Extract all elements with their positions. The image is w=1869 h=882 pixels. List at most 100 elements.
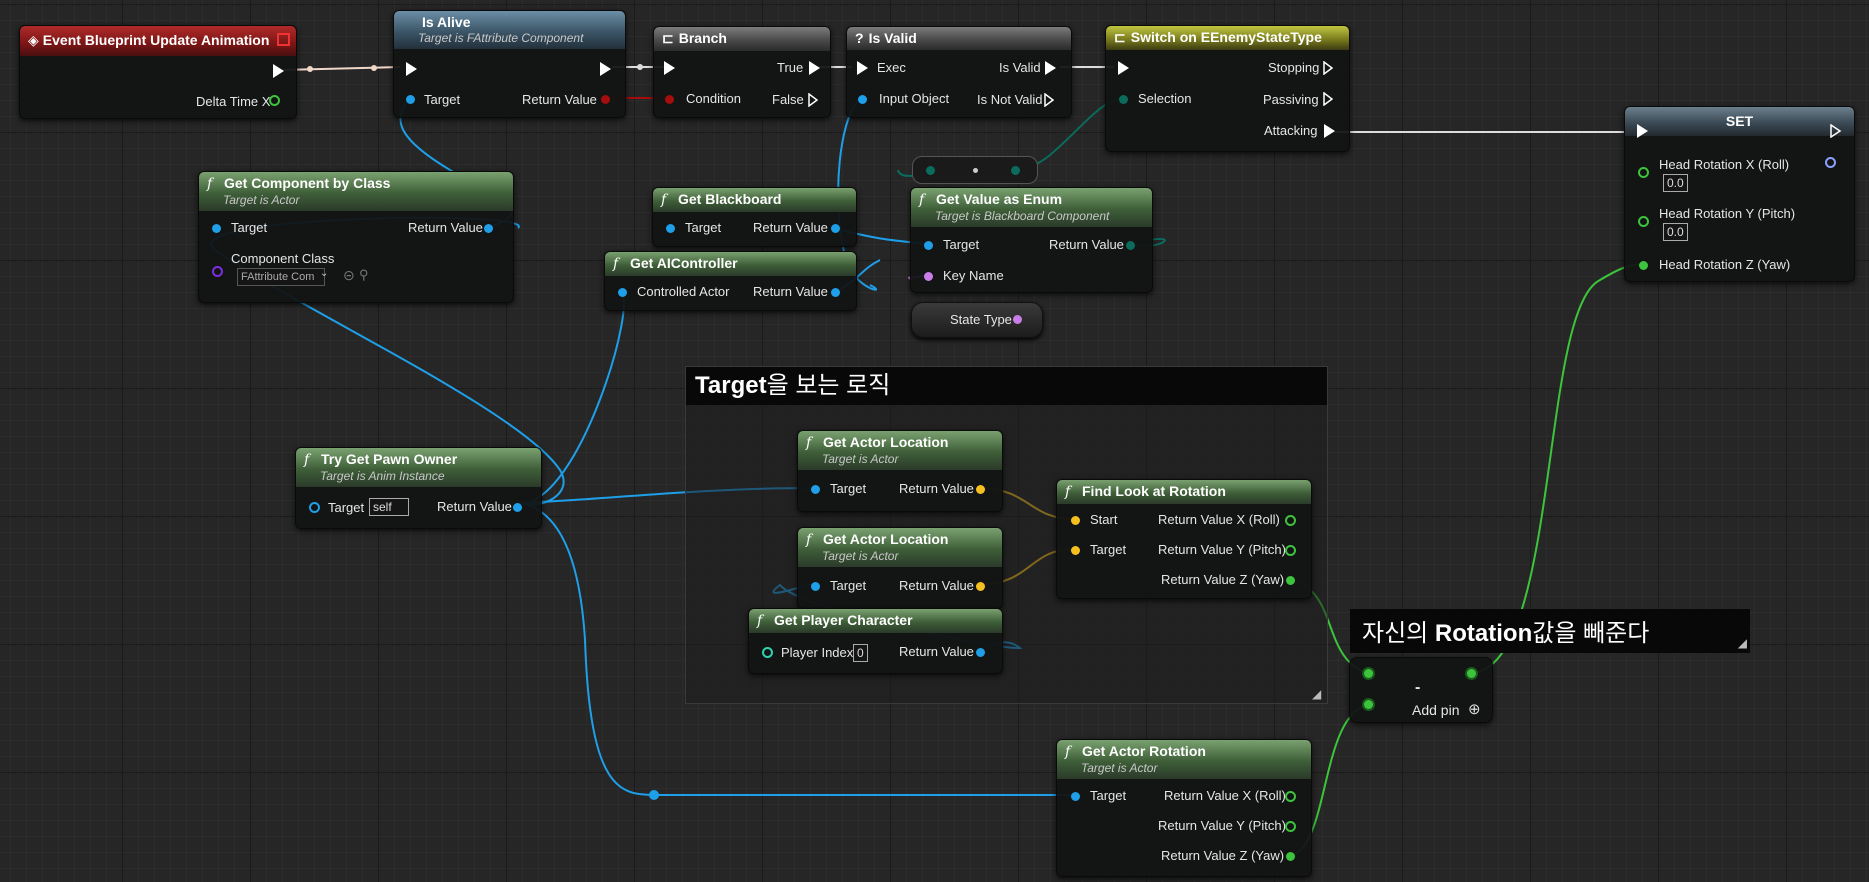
node-branch[interactable]: ⊏ Branch True Condition False: [653, 26, 831, 118]
node-get-value-as-enum[interactable]: f Get Value as Enum Target is Blackboard C…: [910, 187, 1153, 293]
variable-state-type[interactable]: State Type: [911, 302, 1043, 338]
reroute-node[interactable]: [912, 156, 1038, 184]
exec-attacking-pin[interactable]: [1324, 124, 1335, 138]
node-header: ⊏ Switch on EEnemyStateType: [1106, 26, 1349, 50]
node-get-ai-controller[interactable]: f Get AIController Controlled Actor Retur…: [604, 251, 857, 311]
pin-head-pitch[interactable]: [1638, 216, 1649, 227]
reroute-in-pin[interactable]: [926, 166, 935, 175]
exec-true-pin[interactable]: [809, 61, 820, 75]
exec-stopping-pin[interactable]: [1323, 60, 1334, 76]
comment-box-subtract-note[interactable]: 자신의 Rotation값을 빼준다 ◢: [1350, 609, 1750, 653]
pin-return-roll[interactable]: [1285, 791, 1296, 802]
node-title: Branch: [678, 30, 727, 46]
exec-passiving-pin[interactable]: [1323, 91, 1334, 107]
pin-return-pitch[interactable]: [1285, 545, 1296, 556]
resize-handle[interactable]: ◢: [1738, 636, 1747, 650]
exec-false-pin[interactable]: [808, 92, 819, 108]
head-pitch-input[interactable]: 0.0: [1663, 223, 1688, 241]
exec-in-pin[interactable]: [857, 61, 868, 75]
pin-component-class[interactable]: [212, 266, 223, 277]
pin-target[interactable]: [924, 241, 933, 250]
pin-exec-label: Exec: [877, 60, 906, 75]
exec-out-pin[interactable]: [1830, 123, 1842, 139]
pin-a[interactable]: [1364, 669, 1373, 678]
exec-in-pin[interactable]: [664, 61, 675, 75]
pin-return-object[interactable]: [513, 503, 522, 512]
node-is-alive[interactable]: Is Alive Target is FAttribute Component T…: [393, 10, 626, 118]
add-pin-label[interactable]: Add pin: [1412, 702, 1459, 718]
pin-target[interactable]: [811, 582, 820, 591]
exec-in-pin[interactable]: [406, 62, 417, 76]
pin-target[interactable]: [406, 95, 415, 104]
exec-out-pin[interactable]: [273, 64, 284, 78]
pin-head-roll[interactable]: [1638, 167, 1649, 178]
node-get-blackboard[interactable]: f Get Blackboard Target Return Value: [652, 187, 857, 247]
pin-target-label: Target: [424, 92, 461, 107]
node-header: f Get Actor Location Target is Actor: [798, 431, 1002, 470]
exec-is-valid-pin[interactable]: [1045, 61, 1056, 75]
pin-selection[interactable]: [1119, 95, 1128, 104]
set-output-pin[interactable]: [1825, 157, 1836, 168]
pin-b[interactable]: [1364, 700, 1373, 709]
exec-not-valid-pin[interactable]: [1044, 92, 1055, 108]
pin-out[interactable]: [1467, 669, 1476, 678]
pin-delta-time[interactable]: [269, 95, 280, 106]
exec-out-pin[interactable]: [600, 62, 611, 76]
pin-target[interactable]: [1071, 546, 1080, 555]
pin-return-object[interactable]: [831, 288, 840, 297]
player-index-input[interactable]: 0: [853, 644, 868, 662]
pin-key-name-label: Key Name: [943, 268, 1004, 283]
pin-return-vector[interactable]: [976, 485, 985, 494]
pin-return-bool[interactable]: [601, 95, 610, 104]
pin-return-vector[interactable]: [976, 582, 985, 591]
pin-return-enum[interactable]: [1126, 241, 1135, 250]
pin-condition[interactable]: [665, 95, 674, 104]
pin-target[interactable]: [309, 502, 320, 513]
node-find-look-at-rotation[interactable]: f Find Look at Rotation Start Return Valu…: [1056, 479, 1312, 599]
use-selected-icon[interactable]: ⊝: [343, 267, 355, 284]
pin-controlled-actor[interactable]: [618, 288, 627, 297]
pin-return-roll[interactable]: [1285, 515, 1296, 526]
node-try-get-pawn-owner[interactable]: f Try Get Pawn Owner Target is Anim Instan…: [295, 447, 542, 529]
pin-target[interactable]: [212, 224, 221, 233]
pin-start[interactable]: [1071, 516, 1080, 525]
resize-handle[interactable]: ◢: [1312, 688, 1324, 700]
pin-target[interactable]: [811, 485, 820, 494]
head-roll-input[interactable]: 0.0: [1663, 174, 1688, 192]
pin-return-object[interactable]: [831, 224, 840, 233]
node-switch-enum[interactable]: ⊏ Switch on EEnemyStateType Stopping Sele…: [1105, 25, 1350, 152]
pin-target[interactable]: [1071, 792, 1080, 801]
node-get-actor-location[interactable]: f Get Actor Location Target is Actor Targe…: [797, 527, 1003, 609]
node-set-variables[interactable]: SET Head Rotation X (Roll) 0.0 Head Rota…: [1624, 106, 1855, 282]
pin-head-yaw[interactable]: [1639, 261, 1648, 270]
node-event-update-animation[interactable]: ◈ Event Blueprint Update Animation Delta …: [19, 25, 297, 119]
delegate-pin-icon[interactable]: [277, 33, 290, 46]
component-class-select[interactable]: FAttribute Com: [237, 268, 325, 286]
add-pin-plus-icon[interactable]: ⊕: [1468, 700, 1481, 718]
pin-return-yaw[interactable]: [1286, 576, 1295, 585]
node-get-player-character[interactable]: f Get Player Character Player Index 0 Ret…: [748, 608, 1003, 674]
variable-out-pin[interactable]: [1013, 315, 1022, 324]
pin-return-object[interactable]: [484, 224, 493, 233]
pin-class-label: Component Class: [231, 251, 335, 266]
node-header: SET: [1625, 107, 1854, 136]
pin-target[interactable]: [666, 224, 675, 233]
node-get-actor-location[interactable]: f Get Actor Location Target is Actor Targe…: [797, 430, 1003, 512]
pin-key-name[interactable]: [924, 272, 933, 281]
node-is-valid[interactable]: ? Is Valid Exec Is Valid Input Object Is …: [846, 26, 1072, 118]
pin-input-object[interactable]: [858, 95, 867, 104]
pin-player-index[interactable]: [762, 647, 773, 658]
node-subtract[interactable]: - Add pin ⊕: [1349, 657, 1493, 723]
node-get-component-by-class[interactable]: f Get Component by Class Target is Actor T…: [198, 171, 514, 303]
target-self-input[interactable]: self: [369, 498, 409, 516]
exec-in-pin[interactable]: [1637, 124, 1648, 138]
pin-return-yaw[interactable]: [1286, 852, 1295, 861]
reroute-out-pin[interactable]: [1011, 166, 1020, 175]
pin-return-pitch[interactable]: [1285, 821, 1296, 832]
browse-search-icon[interactable]: ⚲: [359, 267, 369, 283]
blueprint-graph-canvas[interactable]: Target을 보는 로직 ◢ 자신의 Rotation값을 빼준다 ◢ ◈ Ev…: [0, 0, 1869, 882]
node-get-actor-rotation[interactable]: f Get Actor Rotation Target is Actor Targe…: [1056, 739, 1312, 877]
exec-in-pin[interactable]: [1118, 61, 1129, 75]
chevron-down-icon[interactable]: ⌄: [320, 268, 328, 279]
pin-return-object[interactable]: [976, 648, 985, 657]
